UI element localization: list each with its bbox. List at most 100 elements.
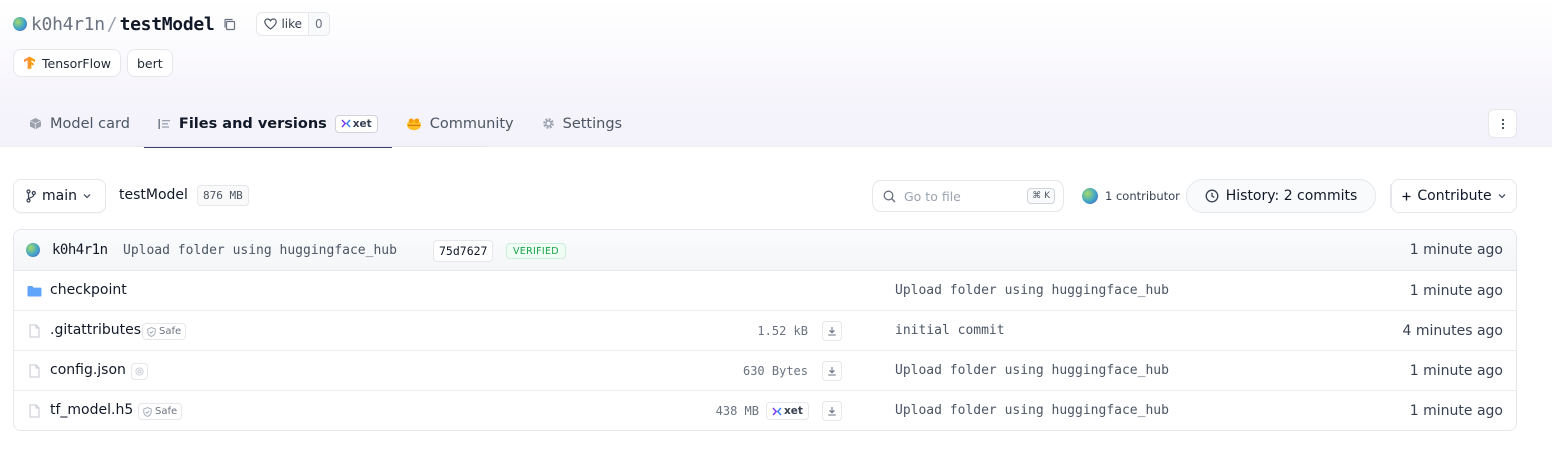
tabs-divider: [137, 146, 487, 147]
tag-bert[interactable]: bert: [126, 49, 173, 77]
scan-status-badge[interactable]: [131, 363, 148, 380]
tab-label: Model card: [50, 115, 130, 132]
scan-icon: [135, 367, 144, 376]
more-options-button[interactable]: [1488, 109, 1517, 138]
safe-badge[interactable]: Safe: [142, 323, 187, 340]
tags-row: TensorFlow bert: [13, 49, 173, 77]
commit-author[interactable]: k0h4r1n: [52, 242, 108, 258]
safe-badge[interactable]: Safe: [138, 403, 183, 420]
contributors-link[interactable]: 1 contributor: [1082, 188, 1180, 204]
like-label: like: [281, 17, 303, 31]
repo-tabs: Model card Files and versions xet Commun…: [15, 100, 636, 148]
file-name[interactable]: tf_model.h5: [50, 402, 133, 418]
file-icon: [27, 403, 41, 419]
tag-label: bert: [136, 55, 163, 71]
keyboard-shortcut-hint: ⌘ K: [1027, 188, 1055, 204]
file-row[interactable]: checkpoint Upload folder using huggingfa…: [14, 271, 1516, 311]
commit-message[interactable]: Upload folder using huggingface_hub: [123, 243, 397, 258]
file-commit-message[interactable]: Upload folder using huggingface_hub: [895, 363, 1169, 378]
file-name[interactable]: checkpoint: [50, 282, 127, 298]
heart-icon: [264, 18, 278, 30]
repo-name-link[interactable]: testModel: [120, 14, 215, 35]
download-button[interactable]: [822, 401, 842, 421]
download-icon: [828, 327, 836, 336]
contributors-count: 1 contributor: [1105, 189, 1180, 203]
file-icon: [27, 323, 41, 339]
clock-icon: [1205, 189, 1219, 203]
tab-label: Settings: [562, 115, 623, 132]
like-widget: like 0: [256, 12, 330, 36]
copy-icon[interactable]: [222, 17, 236, 31]
file-row[interactable]: .gitattributes Safe 1.52 kB initial comm…: [14, 311, 1516, 351]
download-button[interactable]: [822, 321, 842, 341]
file-row[interactable]: config.json 630 Bytes Upload folder usin…: [14, 351, 1516, 391]
safe-label: Safe: [155, 406, 178, 417]
go-to-file-search[interactable]: ⌘ K: [872, 180, 1064, 212]
xet-icon: [341, 119, 351, 128]
file-commit-message[interactable]: initial commit: [895, 323, 1005, 338]
download-icon: [828, 407, 836, 416]
file-name[interactable]: config.json: [50, 362, 126, 378]
tab-label: Community: [429, 115, 514, 132]
branch-name: main: [42, 188, 77, 204]
plus-icon: [1402, 192, 1411, 200]
xet-badge: xet: [766, 402, 809, 420]
like-count[interactable]: 0: [308, 13, 329, 35]
chevron-down-icon: [1498, 194, 1506, 199]
tab-label: Files and versions: [178, 115, 327, 132]
tab-community[interactable]: Community: [392, 100, 528, 147]
file-time: 4 minutes ago: [1402, 323, 1503, 339]
file-size: 630 Bytes: [742, 364, 808, 378]
path-breadcrumb[interactable]: testModel: [119, 187, 188, 203]
xet-label: xet: [784, 405, 803, 417]
file-time: 1 minute ago: [1409, 283, 1503, 299]
xet-icon: [772, 406, 782, 416]
owner-avatar[interactable]: [13, 17, 27, 31]
file-list: k0h4r1n Upload folder using huggingface_…: [13, 229, 1517, 431]
repo-path-separator: /: [106, 13, 118, 35]
history-button[interactable]: History: 2 commits: [1186, 179, 1376, 213]
xet-badge: xet: [334, 114, 378, 133]
file-time: 1 minute ago: [1409, 403, 1503, 419]
contributor-avatar: [1082, 188, 1098, 204]
tag-tensorflow[interactable]: TensorFlow: [13, 49, 121, 77]
gear-icon: [542, 118, 554, 129]
shield-check-icon: [147, 326, 156, 337]
file-size: 1.52 kB: [757, 324, 808, 338]
repo-title-row: k0h4r1n / testModel like 0: [13, 12, 330, 36]
file-time: 1 minute ago: [1409, 363, 1503, 379]
tab-files-and-versions[interactable]: Files and versions xet: [143, 100, 392, 148]
history-label: History: 2 commits: [1225, 188, 1358, 204]
commit-sha[interactable]: 75d7627: [433, 240, 494, 262]
go-to-file-input[interactable]: [904, 188, 1028, 204]
file-commit-message[interactable]: Upload folder using huggingface_hub: [895, 283, 1169, 298]
branch-toolbar: main testModel 876 MB ⌘ K 1 contributor …: [13, 179, 1517, 213]
file-name[interactable]: .gitattributes: [50, 322, 141, 338]
file-commit-message[interactable]: Upload folder using huggingface_hub: [895, 403, 1169, 418]
contribute-label: Contribute: [1417, 188, 1492, 204]
branch-selector[interactable]: main: [13, 179, 106, 213]
files-icon: [158, 118, 170, 129]
community-icon: [406, 118, 421, 130]
shield-check-icon: [143, 406, 152, 417]
like-button[interactable]: like: [257, 13, 308, 35]
xet-label: xet: [352, 117, 372, 130]
download-icon: [828, 367, 836, 376]
tensorflow-icon: [24, 56, 35, 70]
file-size: 438 MB: [715, 404, 759, 418]
repo-size-badge: 876 MB: [197, 185, 249, 206]
tab-settings[interactable]: Settings: [528, 100, 636, 147]
tag-label: TensorFlow: [42, 55, 111, 71]
contribute-button[interactable]: Contribute: [1391, 179, 1517, 213]
last-commit-row: k0h4r1n Upload folder using huggingface_…: [14, 230, 1516, 271]
cube-icon: [29, 118, 42, 130]
file-icon: [27, 363, 41, 379]
chevron-down-icon: [83, 194, 91, 199]
repo-owner-link[interactable]: k0h4r1n: [31, 14, 105, 35]
commit-time: 1 minute ago: [1409, 242, 1503, 258]
commit-author-avatar[interactable]: [26, 243, 40, 257]
file-row[interactable]: tf_model.h5 Safe 438 MB xet Upload folde…: [14, 391, 1516, 430]
tab-model-card[interactable]: Model card: [15, 100, 144, 147]
download-button[interactable]: [822, 361, 842, 381]
branch-icon: [26, 189, 36, 203]
